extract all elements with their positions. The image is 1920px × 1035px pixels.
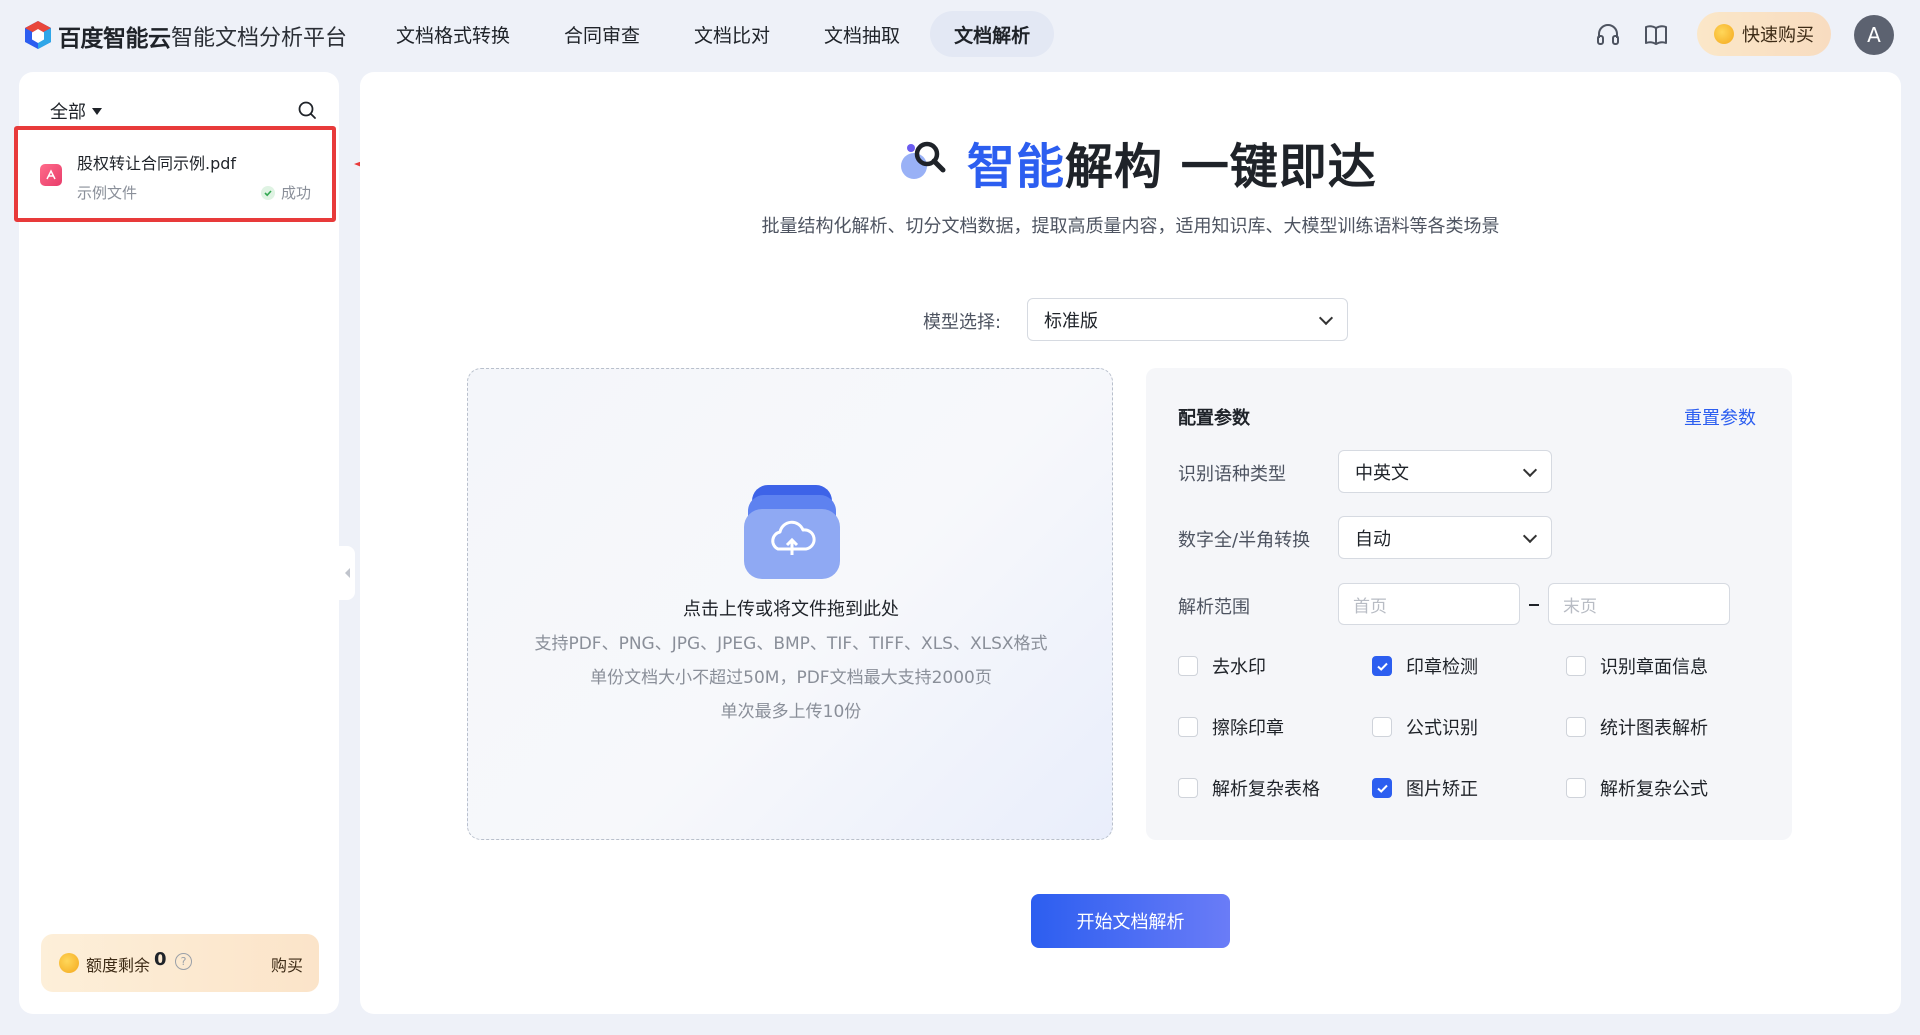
checkbox[interactable] <box>1178 717 1198 737</box>
quota-panel: 额度剩余 0 ? 购买 <box>41 934 319 992</box>
start-parse-button[interactable]: 开始文档解析 <box>1031 894 1230 948</box>
file-sidebar: 全部 股权转让合同示例.pdf 示例文件 成功 额度剩余 0 ? 购买 <box>14 72 339 1014</box>
model-select[interactable]: 标准版 <box>1027 298 1348 341</box>
option-seal-detect[interactable]: 印章检测 <box>1372 653 1478 679</box>
upload-dropzone[interactable]: 点击上传或将文件拖到此处 支持PDF、PNG、JPG、JPEG、BMP、TIF、… <box>467 368 1113 840</box>
hero-subtitle: 批量结构化解析、切分文档数据，提取高质量内容，适用知识库、大模型训练语料等各类场… <box>761 216 1500 237</box>
checkbox[interactable] <box>1566 717 1586 737</box>
quick-buy-button[interactable]: 快速购买 <box>1697 12 1831 56</box>
sidebar-collapse-handle[interactable] <box>339 546 355 600</box>
logo-text[interactable]: 百度智能云 <box>58 19 171 53</box>
quota-buy-link[interactable]: 购买 <box>271 952 303 976</box>
hero-title-rest: 解构 一键即达 <box>1065 139 1377 195</box>
range-dash <box>1529 604 1539 606</box>
checkbox[interactable] <box>1566 656 1586 676</box>
option-complex-table[interactable]: 解析复杂表格 <box>1178 775 1320 801</box>
width-convert-label: 数字全/半角转换 <box>1178 530 1311 551</box>
range-end-input[interactable]: 末页 <box>1548 583 1730 625</box>
magnifier-logo-icon <box>901 141 946 179</box>
caret-down-icon <box>92 107 102 115</box>
checkbox[interactable] <box>1372 717 1392 737</box>
main-panel: 智能解构 一键即达 批量结构化解析、切分文档数据，提取高质量内容，适用知识库、大… <box>360 72 1901 1014</box>
file-status: 成功 <box>261 182 311 203</box>
nav-doc-extract[interactable]: 文档抽取 <box>800 11 924 57</box>
option-label: 印章检测 <box>1406 657 1478 678</box>
nav-contract-review[interactable]: 合同审查 <box>540 11 664 57</box>
lang-type-value: 中英文 <box>1355 462 1409 484</box>
upload-formats: 支持PDF、PNG、JPG、JPEG、BMP、TIF、TIFF、XLS、XLSX… <box>534 634 1048 654</box>
hero-title-highlight: 智能 <box>967 139 1066 195</box>
file-tag: 示例文件 <box>77 184 138 202</box>
pdf-file-icon <box>40 164 62 186</box>
parse-range-label: 解析范围 <box>1178 597 1250 618</box>
config-title: 配置参数 <box>1178 408 1250 429</box>
checkbox-checked[interactable] <box>1372 778 1392 798</box>
checkbox[interactable] <box>1178 778 1198 798</box>
checkbox[interactable] <box>1566 778 1586 798</box>
option-chart-parse[interactable]: 统计图表解析 <box>1566 714 1708 740</box>
option-remove-watermark[interactable]: 去水印 <box>1178 653 1266 679</box>
upload-instruction: 点击上传或将文件拖到此处 <box>683 599 899 620</box>
upload-count-limit: 单次最多上传10份 <box>720 702 862 722</box>
reset-params-link[interactable]: 重置参数 <box>1684 404 1756 430</box>
nav-doc-parse[interactable]: 文档解析 <box>930 11 1055 57</box>
file-filter-dropdown[interactable]: 全部 <box>50 98 102 124</box>
cloud-upload-icon <box>744 485 840 579</box>
lang-type-label: 识别语种类型 <box>1178 464 1286 485</box>
option-label: 解析复杂表格 <box>1212 779 1320 800</box>
option-label: 图片矫正 <box>1406 779 1478 800</box>
hero-title: 智能解构 一键即达 <box>967 127 1377 197</box>
option-erase-seal[interactable]: 擦除印章 <box>1178 714 1284 740</box>
upload-size-limit: 单份文档大小不超过50M，PDF文档最大支持2000页 <box>590 668 992 688</box>
chevron-down-icon <box>1522 528 1538 543</box>
checkbox-checked[interactable] <box>1372 656 1392 676</box>
option-label: 去水印 <box>1212 657 1266 678</box>
top-header: 百度智能云 智能文档分析平台 文档格式转换 合同审查 文档比对 文档抽取 文档解… <box>0 0 1920 70</box>
quota-value: 0 <box>154 949 167 970</box>
chevron-down-icon <box>1318 310 1334 325</box>
filter-label: 全部 <box>50 102 86 123</box>
option-complex-formula[interactable]: 解析复杂公式 <box>1566 775 1708 801</box>
file-list-item[interactable]: 股权转让合同示例.pdf 示例文件 成功 <box>14 126 336 222</box>
checkbox[interactable] <box>1178 656 1198 676</box>
range-start-input[interactable]: 首页 <box>1338 583 1520 625</box>
lang-type-select[interactable]: 中英文 <box>1338 450 1552 493</box>
nav-format-convert[interactable]: 文档格式转换 <box>372 11 534 57</box>
coin-icon <box>59 953 79 973</box>
width-convert-value: 自动 <box>1355 528 1391 550</box>
nav-doc-compare[interactable]: 文档比对 <box>670 11 794 57</box>
success-check-icon <box>261 185 275 200</box>
file-name: 股权转让合同示例.pdf <box>77 154 237 173</box>
option-label: 统计图表解析 <box>1600 718 1708 739</box>
top-nav: 文档格式转换 合同审查 文档比对 文档抽取 文档解析 <box>372 11 1060 57</box>
option-image-correct[interactable]: 图片矫正 <box>1372 775 1478 801</box>
option-label: 解析复杂公式 <box>1600 779 1708 800</box>
collapse-arrow-icon <box>344 568 350 578</box>
width-convert-select[interactable]: 自动 <box>1338 516 1552 559</box>
coin-icon <box>1714 24 1734 44</box>
model-select-value: 标准版 <box>1044 310 1098 332</box>
file-status-text: 成功 <box>281 184 312 202</box>
option-formula-recog[interactable]: 公式识别 <box>1372 714 1478 740</box>
quick-buy-label: 快速购买 <box>1742 25 1814 46</box>
book-icon[interactable] <box>1642 21 1670 49</box>
platform-title: 智能文档分析平台 <box>171 26 348 51</box>
option-seal-info[interactable]: 识别章面信息 <box>1566 653 1708 679</box>
avatar[interactable]: A <box>1854 15 1894 55</box>
model-select-label: 模型选择: <box>923 312 1002 333</box>
search-icon[interactable] <box>297 100 317 120</box>
headset-icon[interactable] <box>1594 21 1622 49</box>
option-label: 公式识别 <box>1406 718 1478 739</box>
quota-label: 额度剩余 <box>86 956 151 975</box>
option-label: 擦除印章 <box>1212 718 1284 739</box>
baidu-cloud-logo-icon[interactable] <box>24 20 52 50</box>
help-icon[interactable]: ? <box>175 953 192 970</box>
option-label: 识别章面信息 <box>1600 657 1708 678</box>
config-panel: 配置参数 重置参数 识别语种类型 中英文 数字全/半角转换 自动 解析范围 首页… <box>1146 368 1792 840</box>
chevron-down-icon <box>1522 462 1538 477</box>
